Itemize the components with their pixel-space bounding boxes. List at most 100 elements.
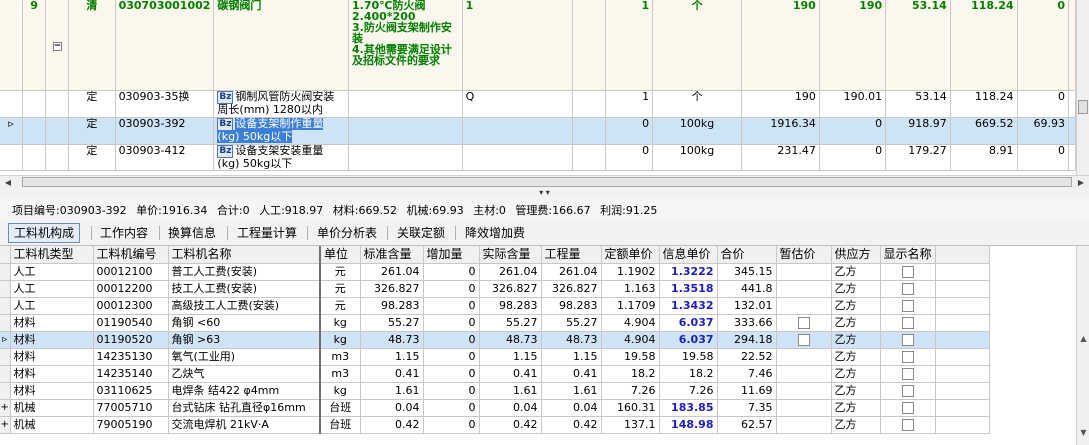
col-header-estimate[interactable]: 暂估价 (776, 246, 832, 264)
row-expression[interactable]: Q (462, 90, 574, 118)
resource-display-name[interactable] (880, 399, 936, 417)
tab-conversion-info[interactable]: 换算信息 (162, 223, 222, 243)
resource-name[interactable]: 氧气(工业用) (168, 348, 321, 366)
resource-info-price[interactable]: 7.26 (659, 382, 718, 400)
row-name[interactable]: 碳钢阀门 (213, 0, 350, 91)
resource-display-name[interactable] (880, 365, 936, 383)
resource-name[interactable]: 角钢 >63 (168, 331, 321, 349)
resource-row[interactable]: 材料 01190540 角钢 <60 kg 55.27 0 55.27 55.27 4.904 6… (0, 314, 990, 332)
tab-quantity-calc[interactable]: 工程量计算 (231, 223, 303, 243)
resource-std-qty[interactable]: 0.04 (360, 399, 424, 417)
col-header-total[interactable]: 合价 (717, 246, 777, 264)
resource-supplier[interactable]: 乙方 (831, 348, 881, 366)
row-lead-marker[interactable] (0, 348, 11, 366)
col-header-info-price[interactable]: 信息单价 (659, 246, 718, 264)
col-header-type[interactable]: 工料机类型 (10, 246, 94, 264)
horizontal-scrollbar[interactable]: ◀ ▶ (0, 175, 1089, 188)
resource-name[interactable]: 高级技工人工费(安装) (168, 297, 321, 315)
row-code[interactable]: 030903-412 (115, 144, 215, 171)
resource-add-qty[interactable]: 0 (423, 331, 480, 349)
resource-actual-qty[interactable]: 0.42 (479, 416, 542, 434)
resource-row[interactable]: 人工 00012100 普工人工费(安装) 元 261.04 0 261.04 261.04 1… (0, 263, 990, 281)
resource-code[interactable]: 00012200 (93, 280, 169, 298)
resource-code[interactable]: 79005190 (93, 416, 169, 434)
resource-estimate[interactable] (776, 382, 832, 400)
upper-vertical-scrollbar[interactable] (1076, 0, 1089, 175)
resource-name[interactable]: 角钢 <60 (168, 314, 321, 332)
row-feature[interactable] (348, 90, 463, 118)
row-indicator[interactable] (0, 90, 24, 118)
tab-related-quota[interactable]: 关联定额 (391, 223, 451, 243)
row-quantity[interactable]: 1 (605, 90, 654, 118)
resource-std-qty[interactable]: 0.42 (360, 416, 424, 434)
resource-code[interactable]: 14235130 (93, 348, 169, 366)
resource-display-name[interactable] (880, 416, 936, 434)
resource-row[interactable]: 人工 00012200 技工人工费(安装) 元 326.827 0 326.827 326.8… (0, 280, 990, 298)
row-lead-marker[interactable] (0, 314, 11, 332)
resource-info-price[interactable]: 1.3432 (659, 297, 718, 315)
resource-display-name[interactable] (880, 297, 936, 315)
resource-code[interactable]: 77005710 (93, 399, 169, 417)
display-name-checkbox[interactable] (901, 265, 914, 278)
resource-code[interactable]: 14235140 (93, 365, 169, 383)
resource-actual-qty[interactable]: 1.61 (479, 382, 542, 400)
resource-estimate[interactable] (776, 263, 832, 281)
resource-info-price[interactable]: 148.98 (659, 416, 718, 434)
row-expression[interactable] (462, 144, 574, 171)
resource-actual-qty[interactable]: 1.15 (479, 348, 542, 366)
resource-name[interactable]: 交流电焊机 21kV·A (168, 416, 321, 434)
row-feature[interactable]: 1.70℃防火阀 2.400*200 3.防火阀支架制作安装 4.其他需要满足设… (348, 0, 463, 91)
display-name-checkbox[interactable] (901, 367, 914, 380)
col-header-add-qty[interactable]: 增加量 (423, 246, 480, 264)
resource-supplier[interactable]: 乙方 (831, 331, 881, 349)
resource-add-qty[interactable]: 0 (423, 348, 480, 366)
row-indicator[interactable] (0, 144, 24, 171)
resource-info-price[interactable]: 6.037 (659, 314, 718, 332)
row-name[interactable]: Bz 钢制风管防火阀安装周长(mm) 1280以内 (213, 90, 350, 118)
col-header-name[interactable]: 工料机名称 (168, 246, 321, 264)
col-header-std-qty[interactable]: 标准含量 (360, 246, 424, 264)
panel-splitter[interactable]: ▾ ▾ (0, 188, 1089, 198)
expand-cell[interactable] (45, 144, 70, 171)
resource-std-qty[interactable]: 0.41 (360, 365, 424, 383)
resource-actual-qty[interactable]: 55.27 (479, 314, 542, 332)
resource-row[interactable]: 材料 03110625 电焊条 结422 φ4mm kg 1.61 0 1.61 1.61 7.… (0, 382, 990, 400)
resource-row[interactable]: + 机械 77005710 台式钻床 钻孔直径φ16mm 台班 0.04 0 0.04 0.04… (0, 399, 990, 417)
row-feature[interactable] (348, 117, 463, 145)
row-code[interactable]: 030703001002 (115, 0, 215, 91)
row-lead-marker[interactable]: + (0, 399, 11, 417)
display-name-checkbox[interactable] (901, 401, 914, 414)
display-name-checkbox[interactable] (901, 282, 914, 295)
row-lead-marker[interactable] (0, 365, 11, 383)
row-name[interactable]: Bz 设备支架制作重量(kg) 50kg以下 (213, 117, 350, 145)
row-quantity[interactable]: 1 (605, 0, 654, 91)
resource-add-qty[interactable]: 0 (423, 263, 480, 281)
row-lead-marker[interactable] (0, 263, 11, 281)
row-lead-marker[interactable] (0, 382, 11, 400)
resource-estimate[interactable] (776, 297, 832, 315)
scroll-down-icon[interactable]: ▼ (1078, 428, 1089, 437)
row-lead-marker[interactable] (0, 297, 11, 315)
resource-code[interactable]: 01190540 (93, 314, 169, 332)
resource-actual-qty[interactable]: 0.41 (479, 365, 542, 383)
display-name-checkbox[interactable] (901, 418, 914, 431)
resource-estimate[interactable] (776, 280, 832, 298)
estimate-checkbox[interactable] (797, 333, 810, 346)
display-name-checkbox[interactable] (901, 316, 914, 329)
resource-estimate[interactable] (776, 331, 832, 349)
expand-cell[interactable] (45, 117, 70, 145)
resource-name[interactable]: 乙炔气 (168, 365, 321, 383)
resource-estimate[interactable] (776, 416, 832, 434)
resource-row[interactable]: ▹ 材料 01190520 角钢 >63 kg 48.73 0 48.73 48.73 4.904… (0, 331, 990, 349)
row-code[interactable]: 030903-392 (115, 117, 215, 145)
resource-supplier[interactable]: 乙方 (831, 416, 881, 434)
resource-add-qty[interactable]: 0 (423, 280, 480, 298)
resource-std-qty[interactable]: 98.283 (360, 297, 424, 315)
display-name-checkbox[interactable] (901, 299, 914, 312)
row-lead-marker[interactable]: + (0, 416, 11, 434)
resource-info-price[interactable]: 1.3518 (659, 280, 718, 298)
display-name-checkbox[interactable] (901, 333, 914, 346)
col-header-quota-price[interactable]: 定额单价 (601, 246, 660, 264)
horizontal-scroll-thumb[interactable] (22, 177, 1072, 187)
row-expression[interactable]: 1 (462, 0, 574, 91)
